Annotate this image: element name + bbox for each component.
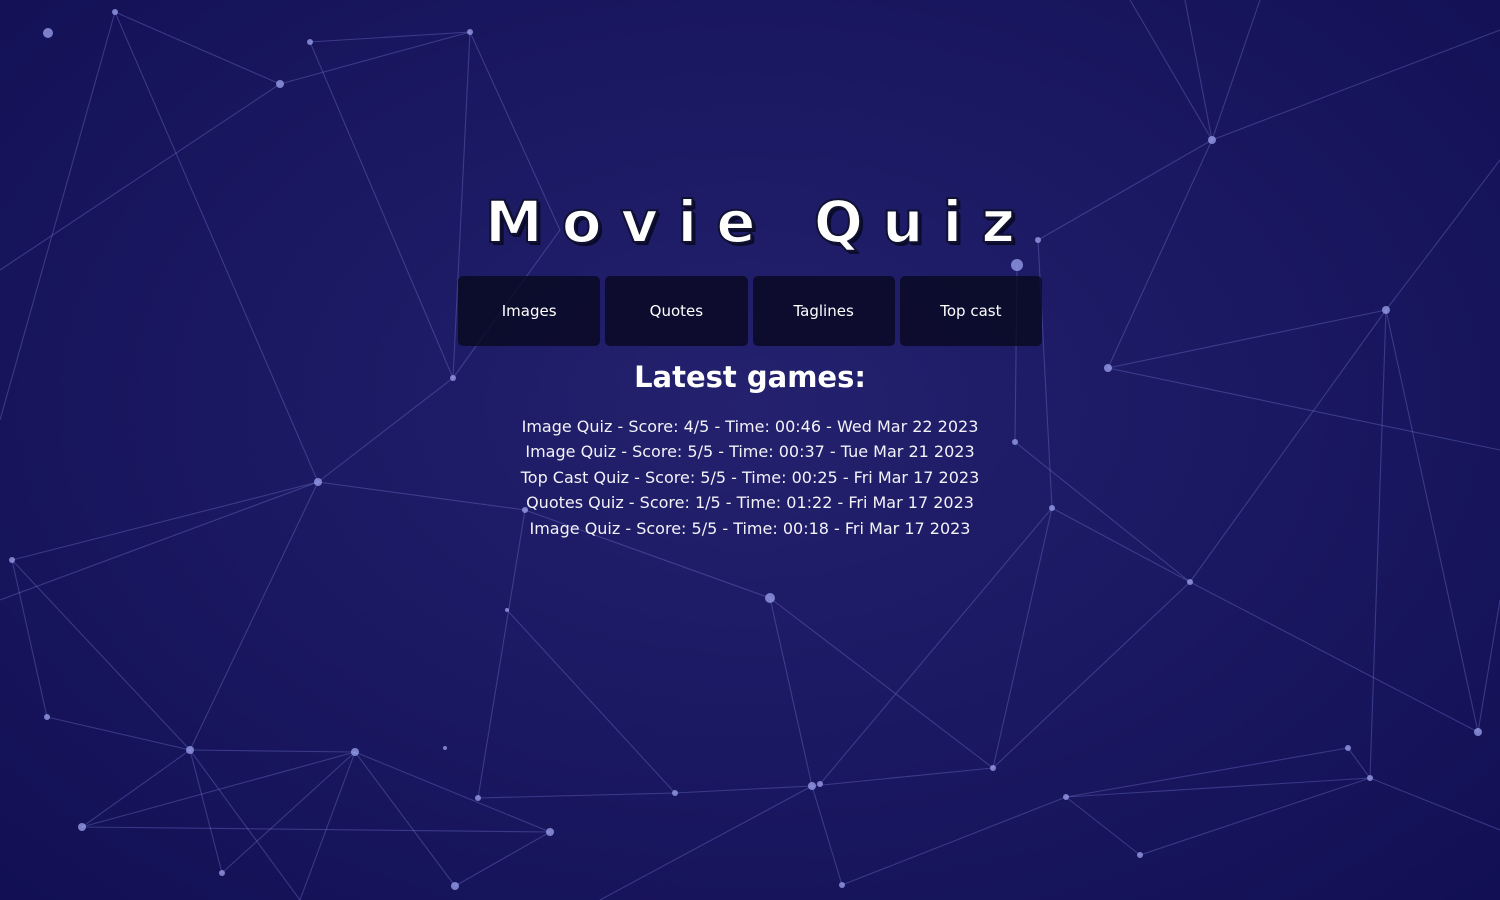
- game-entry: Image Quiz - Score: 5/5 - Time: 00:18 - …: [529, 518, 971, 538]
- latest-games-list: Image Quiz - Score: 4/5 - Time: 00:46 - …: [0, 414, 1500, 541]
- page-title: Movie Quiz: [484, 187, 1035, 257]
- quotes-button[interactable]: Quotes: [605, 276, 748, 346]
- game-entry: Image Quiz - Score: 4/5 - Time: 00:46 - …: [521, 417, 979, 436]
- game-entry: Quotes Quiz - Score: 1/5 - Time: 01:22 -…: [526, 493, 974, 513]
- images-button[interactable]: Images: [458, 276, 601, 346]
- game-entry: Top Cast Quiz - Score: 5/5 - Time: 00:25…: [520, 467, 980, 487]
- top-cast-button[interactable]: Top cast: [899, 276, 1042, 346]
- taglines-button[interactable]: Taglines: [752, 276, 895, 346]
- latest-games-heading: Latest games:: [634, 360, 866, 394]
- quiz-nav: Images Quotes Taglines Top cast: [458, 276, 1042, 346]
- main-content: Movie Quiz Images Quotes Taglines Top ca…: [0, 0, 1500, 900]
- game-entry: Image Quiz - Score: 5/5 - Time: 00:37 - …: [525, 442, 975, 462]
